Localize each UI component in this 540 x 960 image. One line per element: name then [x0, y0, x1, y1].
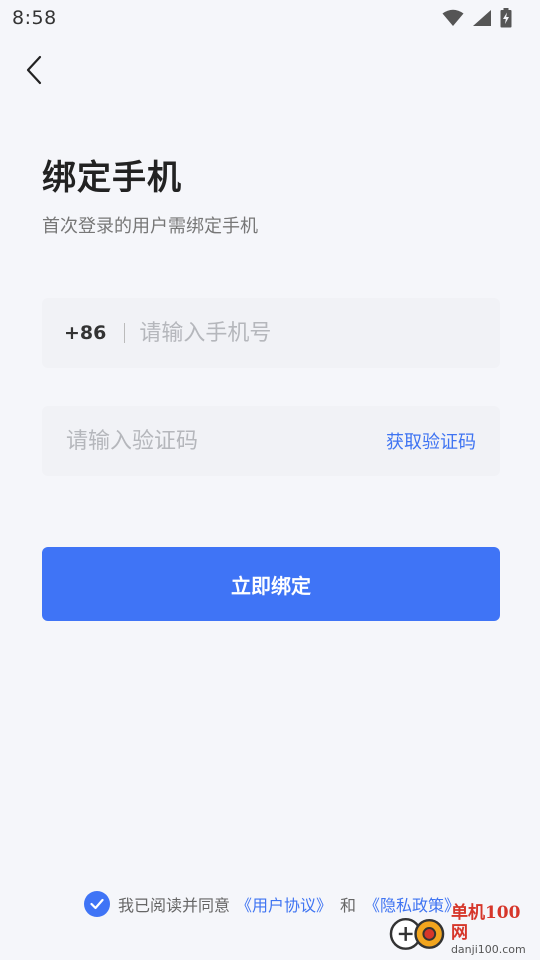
phone-field-row: +86	[42, 298, 500, 368]
watermark-domain: danji100.com	[450, 943, 526, 956]
status-bar: 8:58	[0, 0, 540, 36]
user-agreement-link[interactable]: 《用户协议》	[236, 892, 332, 916]
verification-code-input[interactable]	[66, 428, 386, 454]
page-title: 绑定手机	[42, 158, 182, 198]
code-field-row: 获取验证码	[42, 406, 500, 476]
signal-icon	[473, 10, 491, 26]
battery-charging-icon	[500, 8, 512, 28]
chevron-left-icon	[26, 55, 42, 85]
wifi-icon	[442, 9, 464, 26]
status-time: 8:58	[12, 7, 57, 29]
phone-input[interactable]	[139, 320, 500, 346]
page-subtitle: 首次登录的用户需绑定手机	[42, 216, 258, 237]
agreement-prefix: 我已阅读并同意	[118, 896, 231, 915]
checkmark-icon	[90, 898, 104, 910]
back-button[interactable]	[14, 50, 54, 90]
agreement-checkbox[interactable]	[84, 891, 110, 917]
country-code[interactable]: +86	[64, 322, 106, 344]
agreement-conjunction: 和	[340, 896, 357, 915]
bind-now-button[interactable]: 立即绑定	[42, 547, 500, 621]
watermark-logo-icon	[389, 917, 445, 950]
site-watermark: 单机100网 danji100.com	[388, 903, 536, 956]
get-code-button[interactable]: 获取验证码	[386, 428, 476, 454]
watermark-site-name: 单机100网	[450, 903, 521, 943]
status-icons	[442, 8, 512, 28]
field-divider	[124, 323, 126, 343]
